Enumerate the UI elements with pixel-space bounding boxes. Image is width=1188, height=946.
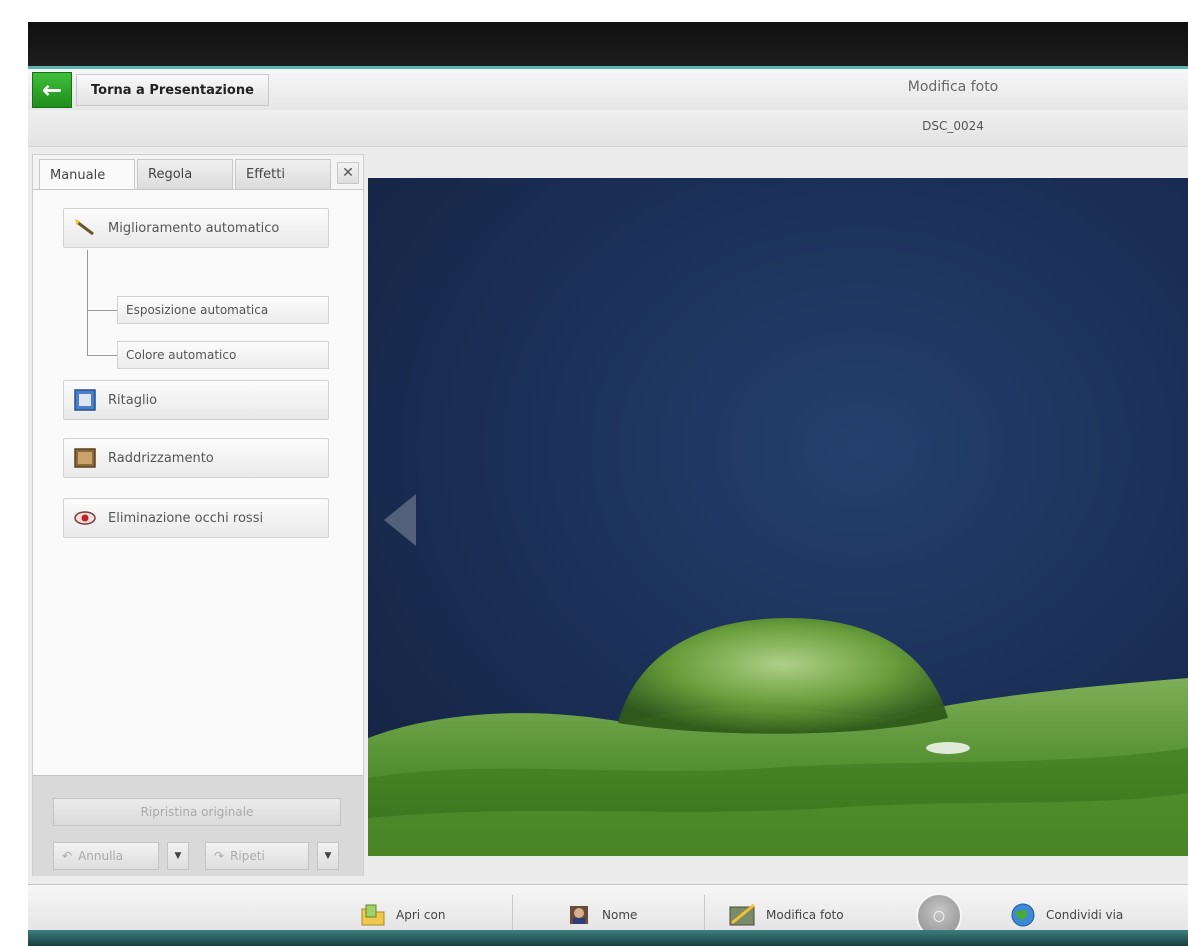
share-button[interactable]: Condividi via	[1008, 897, 1123, 933]
crop-label: Ritaglio	[108, 392, 158, 408]
photo-editor-window: ← Torna a Presentazione Modifica foto DS…	[28, 22, 1188, 946]
tab-manual[interactable]: Manuale	[39, 159, 135, 190]
person-icon	[564, 901, 594, 929]
info-icon: ○	[932, 908, 946, 924]
back-button[interactable]: ←	[32, 72, 72, 108]
redo-dropdown-button[interactable]: ▼	[317, 842, 339, 870]
taskbar-strip	[28, 930, 1188, 946]
tree-connector	[87, 250, 88, 356]
close-panel-button[interactable]: ✕	[337, 162, 359, 184]
auto-enhance-button[interactable]: Miglioramento automatico	[63, 208, 329, 248]
tab-adjust[interactable]: Regola	[137, 159, 233, 189]
magic-wand-icon	[72, 216, 98, 240]
straighten-button[interactable]: Raddrizzamento	[63, 438, 329, 478]
crop-button[interactable]: Ritaglio	[63, 380, 329, 420]
edit-photo-label: Modifica foto	[766, 908, 844, 922]
tab-effects[interactable]: Effetti	[235, 159, 331, 189]
globe-icon	[1008, 901, 1038, 929]
edit-photo-button[interactable]: Modifica foto	[728, 897, 844, 933]
restore-original-button[interactable]: Ripristina originale	[53, 798, 341, 826]
toolbar-divider	[512, 895, 513, 935]
red-eye-button[interactable]: Eliminazione occhi rossi	[63, 498, 329, 538]
page-title: Modifica foto	[907, 79, 999, 95]
undo-button[interactable]: ↶ Annulla	[53, 842, 159, 870]
previous-photo-button[interactable]	[384, 494, 416, 546]
share-label: Condividi via	[1046, 908, 1124, 922]
edit-panel: Manuale Regola Effetti ✕ Miglioramento a…	[32, 154, 364, 876]
undo-dropdown-button[interactable]: ▼	[167, 842, 189, 870]
edit-photo-icon	[728, 901, 758, 929]
auto-enhance-label: Miglioramento automatico	[108, 220, 280, 236]
eye-icon	[72, 506, 98, 530]
photo-image	[368, 618, 1188, 856]
redo-icon: ↷	[214, 849, 225, 863]
straighten-label: Raddrizzamento	[108, 450, 214, 466]
file-info-bar: DSC_0024	[28, 110, 1188, 147]
folder-icon	[358, 901, 388, 929]
chevron-down-icon: ▼	[324, 851, 332, 861]
back-to-slideshow-button[interactable]: Torna a Presentazione	[76, 74, 269, 106]
photo-viewer	[368, 178, 1188, 856]
open-with-button[interactable]: Apri con	[358, 897, 445, 933]
chevron-down-icon: ▼	[174, 851, 182, 861]
undo-label: Annulla	[78, 849, 124, 863]
manual-tab-content: Miglioramento automatico Esposizione aut…	[33, 189, 363, 776]
arrow-left-icon: ←	[41, 76, 63, 104]
straighten-icon	[72, 446, 98, 470]
redo-label: Ripeti	[230, 849, 265, 863]
close-icon: ✕	[342, 165, 354, 181]
auto-color-button[interactable]: Colore automatico	[117, 341, 329, 369]
history-controls: Ripristina originale ↶ Annulla ▼ ↷ Ripet…	[33, 775, 363, 876]
edit-tabs: Manuale Regola Effetti ✕	[33, 155, 363, 190]
tree-connector-branch	[87, 310, 117, 311]
redo-button[interactable]: ↷ Ripeti	[205, 842, 309, 870]
red-eye-label: Eliminazione occhi rossi	[108, 510, 264, 526]
undo-icon: ↶	[62, 849, 73, 863]
auto-exposure-button[interactable]: Esposizione automatica	[117, 296, 329, 324]
tree-connector-branch	[87, 355, 117, 356]
name-button[interactable]: Nome	[564, 897, 637, 933]
crop-icon	[72, 388, 98, 412]
name-label: Nome	[602, 908, 638, 922]
file-name: DSC_0024	[922, 119, 984, 133]
toolbar-divider	[704, 895, 705, 935]
header-bar: ← Torna a Presentazione Modifica foto	[28, 66, 1188, 110]
title-bar	[28, 22, 1188, 66]
open-with-label: Apri con	[396, 908, 446, 922]
